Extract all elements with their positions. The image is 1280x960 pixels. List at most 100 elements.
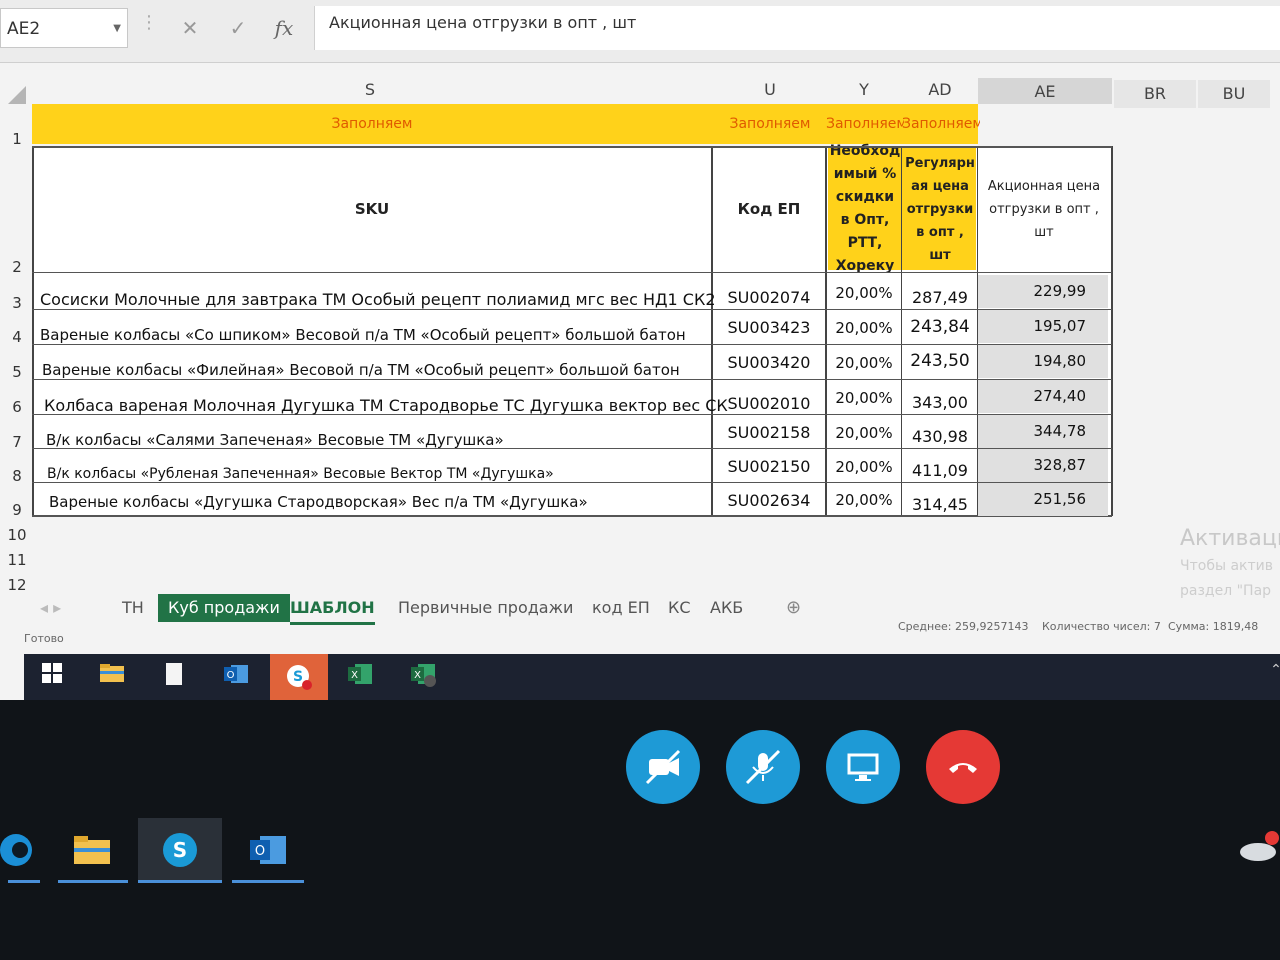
enter-icon[interactable]: ✓ (218, 8, 258, 48)
row-header[interactable]: 4 (0, 328, 34, 346)
tab-kod-ep[interactable]: код ЕП (592, 594, 650, 622)
cancel-icon[interactable]: ✕ (170, 8, 210, 48)
screen-share-icon[interactable] (826, 730, 900, 804)
tab-shablon[interactable]: ШАБЛОН (290, 594, 375, 625)
chevron-down-icon[interactable]: ▼ (113, 9, 121, 49)
promo-price-cell[interactable]: 194,80 (978, 345, 1108, 378)
formula-input[interactable]: Акционная цена отгрузки в опт , шт (314, 6, 1280, 50)
column-header-y[interactable]: Y (828, 76, 900, 104)
sku-cell[interactable]: В/к колбасы «Рубленая Запеченная» Весовы… (47, 466, 554, 482)
promo-price-cell[interactable]: 344,78 (978, 415, 1108, 448)
svg-text:S: S (173, 838, 187, 862)
row-header[interactable]: 12 (0, 576, 34, 594)
row-header[interactable]: 7 (0, 433, 34, 451)
windows-icon[interactable] (36, 662, 68, 694)
discount-cell[interactable]: 20,00% (828, 491, 900, 509)
header-sku[interactable]: SKU (34, 148, 710, 270)
mic-off-icon[interactable] (726, 730, 800, 804)
sku-cell[interactable]: В/к колбасы «Салями Запеченая» Весовые Т… (46, 431, 504, 449)
tab-akb[interactable]: АКБ (710, 594, 743, 622)
row-header[interactable]: 2 (0, 258, 34, 276)
sku-cell[interactable]: Колбаса вареная Молочная Дугушка ТМ Стар… (44, 396, 728, 415)
row-header[interactable]: 9 (0, 501, 34, 519)
discount-cell[interactable]: 20,00% (828, 424, 900, 442)
dock-active-indicator (232, 880, 304, 883)
row-header[interactable]: 10 (0, 526, 34, 544)
dock-active-indicator (8, 880, 40, 883)
discount-cell[interactable]: 20,00% (828, 458, 900, 476)
code-cell[interactable]: SU003420 (714, 353, 824, 372)
row-header[interactable]: 1 (0, 130, 34, 148)
discount-cell[interactable]: 20,00% (828, 319, 900, 337)
regular-price-cell[interactable]: 343,00 (904, 393, 976, 412)
row-header[interactable]: 11 (0, 551, 34, 569)
header-regular[interactable]: Регулярн ая цена отгрузки в опт , шт (904, 150, 976, 268)
discount-cell[interactable]: 20,00% (828, 389, 900, 407)
tab-pervichnye-prodazhi[interactable]: Первичные продажи (398, 594, 573, 622)
excel-icon[interactable]: X (408, 662, 440, 694)
onedrive-icon[interactable] (1232, 818, 1280, 882)
tab-scroll-left-icon[interactable]: ◂ ▸ (40, 594, 61, 622)
header-code[interactable]: Код ЕП (714, 148, 824, 270)
grid-line (32, 515, 1112, 517)
discount-cell[interactable]: 20,00% (828, 284, 900, 302)
code-cell[interactable]: SU002150 (714, 457, 824, 476)
fill-label-sku[interactable]: Заполняем (32, 116, 712, 132)
column-header-br[interactable]: BR (1114, 80, 1196, 108)
outlook-icon[interactable]: O (232, 818, 304, 882)
regular-price-cell[interactable]: 411,09 (904, 461, 976, 480)
regular-price-cell[interactable]: 243,84 (904, 317, 976, 337)
regular-price-cell[interactable]: 287,49 (904, 288, 976, 307)
excel-icon[interactable]: X (344, 662, 376, 694)
regular-price-cell[interactable]: 243,50 (904, 351, 976, 371)
promo-price-cell[interactable]: 195,07 (978, 310, 1108, 343)
add-sheet-icon[interactable]: ⊕ (786, 594, 801, 622)
column-header-u[interactable]: U (730, 76, 810, 104)
document-icon[interactable] (158, 662, 190, 694)
sku-cell[interactable]: Вареные колбасы «Со шпиком» Весовой п/а … (40, 326, 686, 344)
fill-label-discount[interactable]: Заполняем (826, 116, 904, 132)
regular-price-cell[interactable]: 314,45 (904, 495, 976, 514)
file-explorer-icon[interactable] (96, 662, 128, 694)
code-cell[interactable]: SU002074 (714, 288, 824, 307)
row-header[interactable]: 3 (0, 294, 34, 312)
tab-ks[interactable]: КС (668, 594, 691, 622)
tab-kub-prodazhi[interactable]: Куб продажи (158, 594, 290, 622)
skype-icon[interactable]: S (270, 654, 328, 700)
row-header[interactable]: 8 (0, 467, 34, 485)
promo-price-cell[interactable]: 229,99 (978, 275, 1108, 308)
promo-price-cell[interactable]: 274,40 (978, 380, 1108, 413)
select-all-corner[interactable] (8, 86, 26, 104)
fill-label-code[interactable]: Заполняем (714, 116, 826, 132)
sku-cell[interactable]: Вареные колбасы «Дугушка Стародворская» … (49, 493, 588, 511)
sku-cell[interactable]: Вареные колбасы «Филейная» Весовой п/а Т… (42, 361, 680, 379)
column-header-bu[interactable]: BU (1198, 80, 1270, 108)
file-explorer-icon[interactable] (56, 818, 128, 882)
row-header[interactable]: 5 (0, 363, 34, 381)
fill-label-regular[interactable]: Заполняем (902, 116, 980, 132)
promo-price-cell[interactable]: 328,87 (978, 449, 1108, 482)
discount-cell[interactable]: 20,00% (828, 354, 900, 372)
skype-icon[interactable]: S (138, 818, 222, 882)
edge-icon[interactable] (0, 818, 52, 882)
column-header-s[interactable]: S (330, 76, 410, 104)
code-cell[interactable]: SU002158 (714, 423, 824, 442)
hang-up-icon[interactable] (926, 730, 1000, 804)
column-header-ad[interactable]: AD (904, 76, 976, 104)
video-off-icon[interactable] (626, 730, 700, 804)
column-header-ae[interactable]: AE (978, 78, 1112, 104)
header-discount[interactable]: Необход имый % скидки в Опт, РТТ, Хореку (830, 143, 901, 274)
code-cell[interactable]: SU003423 (714, 318, 824, 337)
regular-price-cell[interactable]: 430,98 (904, 427, 976, 446)
code-cell[interactable]: SU002634 (714, 491, 824, 510)
row-header[interactable]: 6 (0, 398, 34, 416)
promo-price-cell[interactable]: 251,56 (978, 483, 1108, 516)
outlook-icon[interactable]: O (220, 662, 252, 694)
insert-function-icon[interactable]: fx (264, 8, 304, 48)
tab-th[interactable]: ТН (122, 594, 144, 622)
chevron-up-icon[interactable]: ⌃ (1260, 654, 1280, 686)
sku-cell[interactable]: Сосиски Молочные для завтрака ТМ Особый … (40, 290, 716, 309)
name-box[interactable]: AE2 ▼ (0, 8, 128, 48)
code-cell[interactable]: SU002010 (714, 394, 824, 413)
header-promo-price[interactable]: Акционная цена отгрузки в опт , шт (980, 150, 1108, 268)
